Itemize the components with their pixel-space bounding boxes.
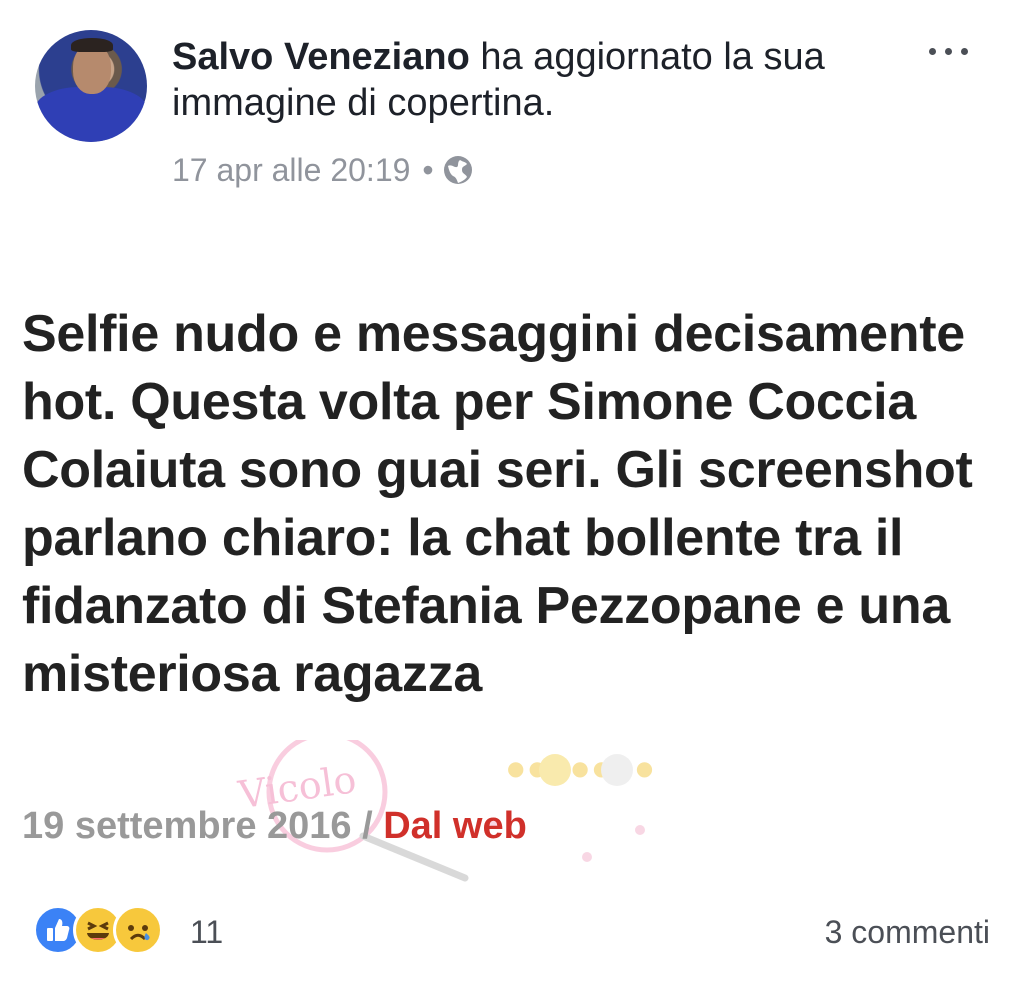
reaction-count[interactable]: 11 xyxy=(190,910,223,954)
author-avatar[interactable] xyxy=(35,30,147,142)
post-header: Salvo Veneziano ha aggiornato la sua imm… xyxy=(0,0,1024,240)
more-options-icon[interactable] xyxy=(920,36,976,66)
comments-count[interactable]: 3 commenti xyxy=(825,910,990,954)
more-dot xyxy=(944,47,952,55)
avatar-shirt xyxy=(35,87,147,142)
article-byline: 19 settembre 2016 / Dal web xyxy=(22,800,527,852)
reaction-summary[interactable] xyxy=(33,905,163,955)
sad-icon[interactable] xyxy=(113,905,163,955)
meta-separator: • xyxy=(422,152,434,188)
more-dot xyxy=(960,47,968,55)
author-name[interactable]: Salvo Veneziano xyxy=(172,36,470,78)
crying-face-icon xyxy=(128,925,150,941)
article-date: 19 settembre 2016 / xyxy=(22,805,384,847)
article-source[interactable]: Dal web xyxy=(383,805,527,847)
avatar-hair xyxy=(71,38,113,52)
more-dot xyxy=(928,47,936,55)
post-headline: Salvo Veneziano ha aggiornato la sua imm… xyxy=(172,34,892,126)
post-meta: 17 apr alle 20:19 • xyxy=(172,148,474,192)
post-timestamp[interactable]: 17 apr alle 20:19 xyxy=(172,148,410,192)
globe-icon[interactable] xyxy=(442,154,474,186)
article-title[interactable]: Selfie nudo e messaggini decisamente hot… xyxy=(22,300,1012,708)
